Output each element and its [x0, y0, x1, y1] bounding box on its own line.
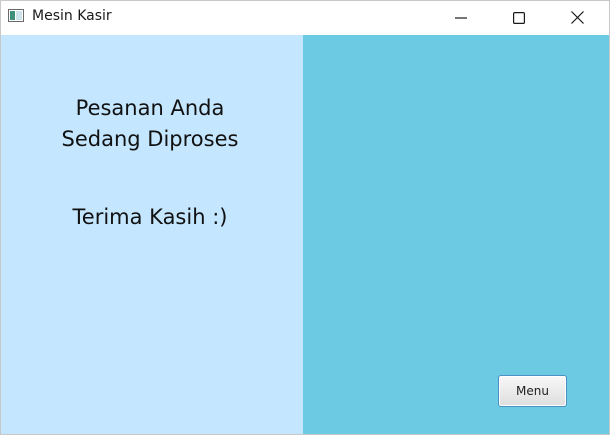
order-status-line2: Sedang Diproses [61, 127, 239, 151]
close-button[interactable] [548, 1, 606, 34]
maximize-icon [513, 11, 525, 24]
order-status-line1: Pesanan Anda [75, 96, 225, 120]
app-icon [8, 9, 24, 22]
close-icon [570, 11, 584, 24]
side-panel: Menu [303, 35, 609, 434]
minimize-button[interactable] [432, 1, 490, 34]
menu-button[interactable]: Menu [498, 375, 567, 407]
content-area: Pesanan Anda Sedang Diproses Terima Kasi… [1, 35, 609, 434]
app-window: Mesin Kasir Pesanan Anda Sedang Diproses… [0, 0, 610, 435]
thank-you-text: Terima Kasih :) [72, 205, 228, 229]
maximize-button[interactable] [490, 1, 548, 34]
window-title: Mesin Kasir [32, 8, 112, 24]
status-panel: Pesanan Anda Sedang Diproses Terima Kasi… [1, 35, 303, 434]
title-bar[interactable]: Mesin Kasir [1, 1, 609, 34]
minimize-icon [455, 16, 467, 19]
